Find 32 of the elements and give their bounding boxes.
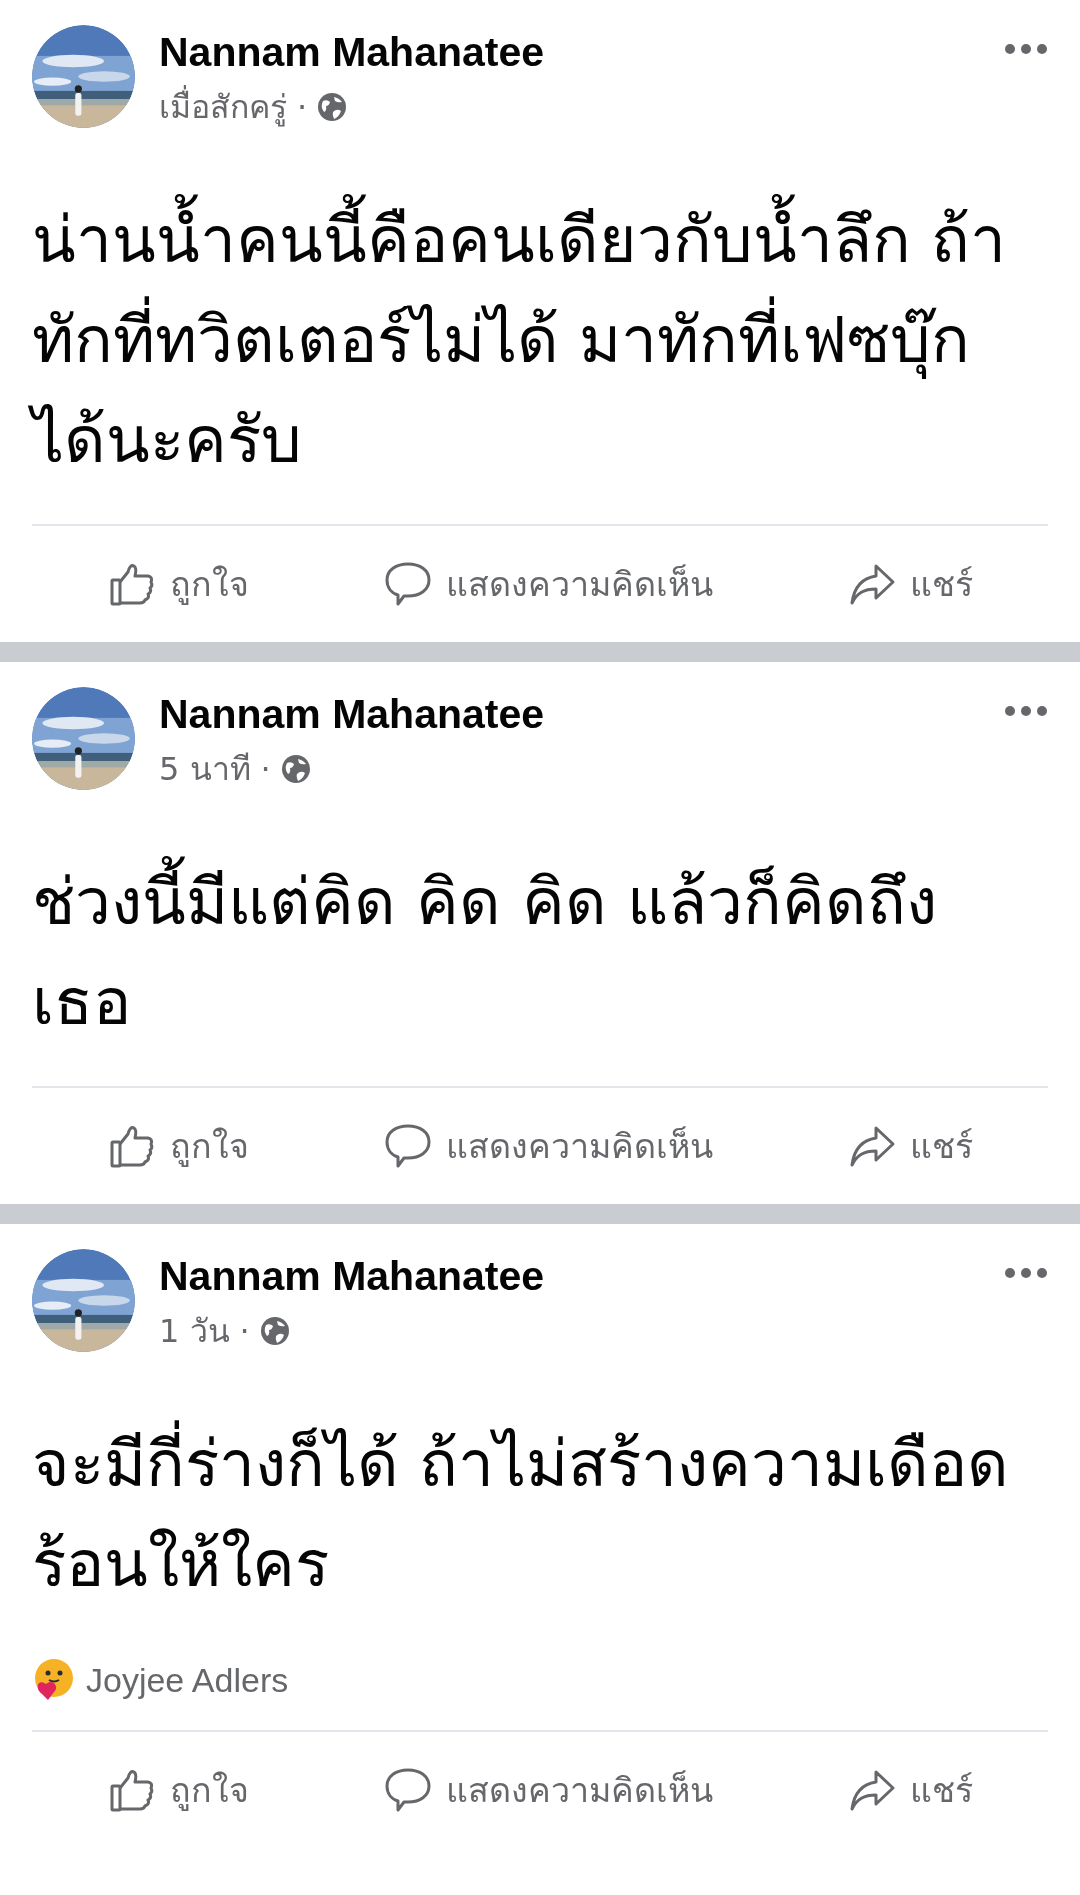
more-icon[interactable] xyxy=(1004,43,1048,55)
post-time[interactable]: เมื่อสักครู่ xyxy=(159,87,287,127)
post-text: ช่วงนี้มีแต่คิด คิด คิด แล้วก็คิดถึง เธอ xyxy=(0,790,1080,1086)
like-button[interactable]: ถูกใจ xyxy=(97,551,259,617)
reaction-name[interactable]: Joyjee Adlers xyxy=(86,1660,289,1700)
globe-icon xyxy=(317,92,348,122)
post-time[interactable]: 5 นาที xyxy=(159,749,251,789)
speech-bubble-icon xyxy=(383,1122,432,1170)
globe-icon xyxy=(280,754,311,784)
separator: · xyxy=(239,1311,250,1351)
post-text: น่านน้ำคนนี้คือคนเดียวกับน้ำลึก ถ้า ทักที่ทวิตเตอร์ไม่ได้ มาทักที่เฟซบุ๊ก ได้นะครับ xyxy=(0,128,1080,524)
post-text: จะมีกี่ร่างก็ได้ ถ้าไม่สร้างความเดือด ร้อนให้ใคร xyxy=(0,1352,1080,1648)
share-button[interactable]: แชร์ xyxy=(837,551,983,617)
care-emoji-icon xyxy=(32,1658,76,1702)
author-name[interactable]: Nannam Mahanatee xyxy=(159,1251,1004,1301)
comment-button[interactable]: แสดงความคิดเห็น xyxy=(373,551,723,617)
post-time[interactable]: 1 วัน xyxy=(159,1311,230,1351)
author-name[interactable]: Nannam Mahanatee xyxy=(159,27,1004,77)
separator: · xyxy=(297,87,308,127)
like-button[interactable]: ถูกใจ xyxy=(97,1757,259,1823)
like-button[interactable]: ถูกใจ xyxy=(97,1113,259,1179)
speech-bubble-icon xyxy=(383,560,432,608)
comment-button[interactable]: แสดงความคิดเห็น xyxy=(373,1113,723,1179)
separator: · xyxy=(260,749,271,789)
share-button[interactable]: แชร์ xyxy=(837,1113,983,1179)
author-name[interactable]: Nannam Mahanatee xyxy=(159,689,1004,739)
globe-icon xyxy=(259,1316,290,1346)
comment-button[interactable]: แสดงความคิดเห็น xyxy=(373,1757,723,1823)
share-button[interactable]: แชร์ xyxy=(837,1757,983,1823)
more-icon[interactable] xyxy=(1004,705,1048,717)
more-icon[interactable] xyxy=(1004,1267,1048,1279)
speech-bubble-icon xyxy=(383,1766,432,1814)
